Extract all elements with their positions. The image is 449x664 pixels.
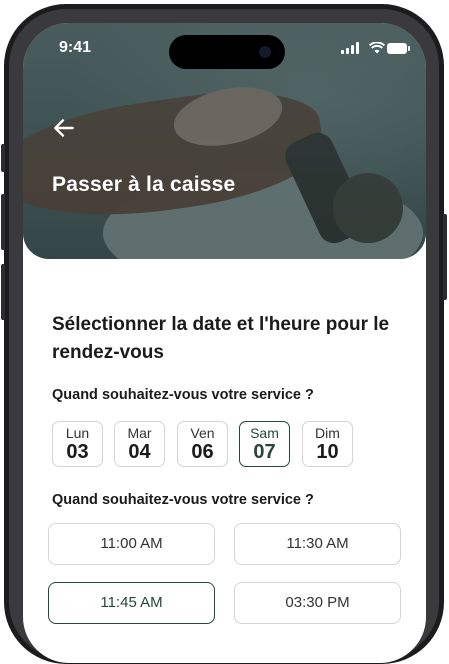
time-slot-1100[interactable]: 11:00 AM bbox=[48, 523, 215, 565]
day-option-sat-selected[interactable]: Sam 07 bbox=[239, 421, 290, 467]
day-option-sun[interactable]: Dim 10 bbox=[302, 421, 353, 467]
header-hero-image: 9:41 Passer à la caisse bbox=[23, 23, 426, 259]
volume-down-button bbox=[1, 264, 5, 320]
day-option-fri[interactable]: Ven 06 bbox=[177, 421, 228, 467]
volume-up-button bbox=[1, 194, 5, 250]
time-slot-1145-selected[interactable]: 11:45 AM bbox=[48, 582, 215, 624]
day-name: Lun bbox=[65, 425, 90, 441]
day-number: 06 bbox=[191, 441, 214, 463]
status-time: 9:41 bbox=[59, 39, 92, 56]
day-name: Mar bbox=[127, 425, 152, 441]
power-button bbox=[443, 214, 447, 300]
day-number: 03 bbox=[66, 441, 89, 463]
app-screen: 9:41 Passer à la caisse Sélectionner la … bbox=[23, 23, 426, 663]
dynamic-island bbox=[169, 35, 285, 69]
main-content: Sélectionner la date et l'heure pour le … bbox=[23, 259, 426, 659]
mute-switch bbox=[1, 144, 5, 172]
arrow-left-icon bbox=[54, 119, 74, 137]
date-question-label: Quand souhaitez-vous votre service ? bbox=[52, 387, 314, 403]
battery-icon bbox=[387, 43, 410, 54]
time-slot-1530[interactable]: 03:30 PM bbox=[234, 582, 401, 624]
signal-icon bbox=[341, 42, 361, 54]
day-name: Ven bbox=[190, 425, 215, 441]
back-button[interactable] bbox=[51, 115, 77, 141]
time-slot-1130[interactable]: 11:30 AM bbox=[234, 523, 401, 565]
day-option-tue[interactable]: Mar 04 bbox=[114, 421, 165, 467]
day-number: 10 bbox=[316, 441, 339, 463]
status-icons bbox=[341, 42, 410, 56]
day-name: Dim bbox=[315, 425, 340, 441]
day-option-mon[interactable]: Lun 03 bbox=[52, 421, 103, 467]
wifi-icon bbox=[369, 42, 385, 54]
day-number: 07 bbox=[253, 441, 276, 463]
time-question-label: Quand souhaitez-vous votre service ? bbox=[52, 492, 314, 508]
day-name: Sam bbox=[250, 425, 279, 441]
day-number: 04 bbox=[128, 441, 151, 463]
page-title: Sélectionner la date et l'heure pour le … bbox=[52, 314, 390, 363]
page-header-title: Passer à la caisse bbox=[52, 173, 236, 196]
camera-icon bbox=[259, 46, 271, 58]
